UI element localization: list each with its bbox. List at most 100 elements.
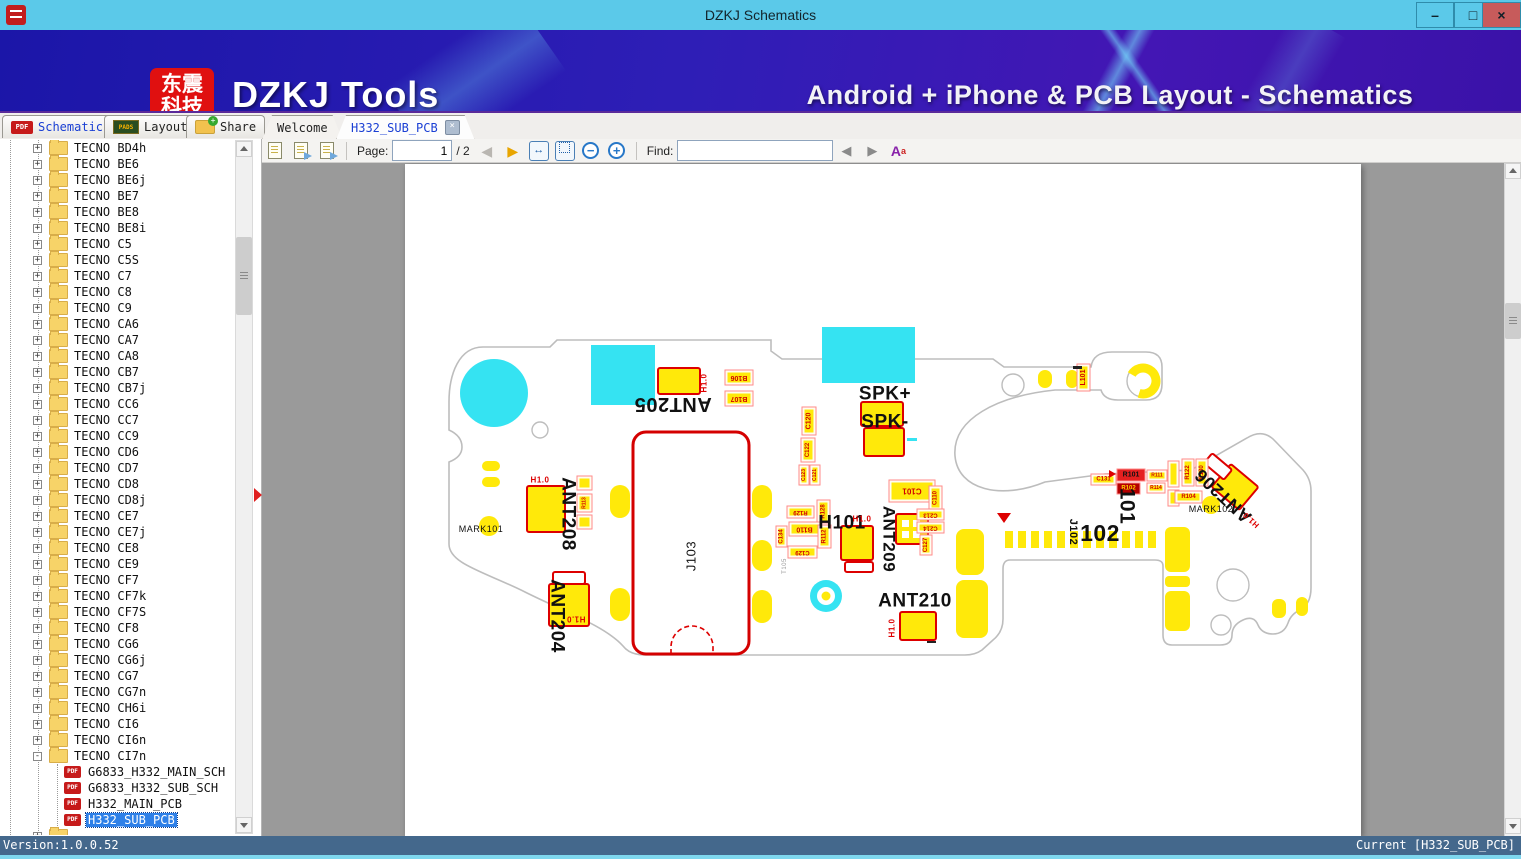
tree-folder-label[interactable]: TECNO BD4h xyxy=(72,141,148,155)
prev-page-button[interactable]: ◀ xyxy=(476,141,498,161)
zoom-out-button[interactable]: − xyxy=(582,142,600,159)
fit-width-button[interactable]: ↔ xyxy=(528,140,549,161)
tree-folder-label[interactable]: TECNO CE9 xyxy=(72,557,141,571)
scroll-up-button[interactable] xyxy=(236,141,252,157)
tree-file[interactable]: PDF H332_SUB_PCB xyxy=(0,812,235,828)
tree-folder-label[interactable]: TECNO C5S xyxy=(72,253,141,267)
tree-folder-label[interactable]: TECNO CA7 xyxy=(72,333,141,347)
tab-h332-sub-pcb[interactable]: H332_SUB_PCB × xyxy=(336,115,475,140)
expander-icon[interactable]: + xyxy=(33,719,42,729)
expander-icon[interactable]: + xyxy=(33,831,42,835)
expander-icon[interactable]: + xyxy=(33,559,42,569)
tree-folder-label[interactable]: TECNO CB7 xyxy=(72,365,141,379)
scrollbar-thumb[interactable] xyxy=(1505,303,1521,339)
tree-folder[interactable]: + TECNO BE6j xyxy=(0,171,235,188)
expander-icon[interactable]: + xyxy=(33,431,42,441)
tree-folder[interactable]: - TECNO CI7n xyxy=(0,747,235,764)
expander-icon[interactable]: + xyxy=(33,159,42,169)
expander-icon[interactable]: + xyxy=(33,591,42,601)
tab-close-icon[interactable]: × xyxy=(445,120,460,135)
find-next-button[interactable]: ▶ xyxy=(861,141,883,161)
scrollbar-thumb[interactable] xyxy=(236,237,252,315)
viewer-scrollbar[interactable] xyxy=(1504,163,1521,836)
tree-folder-label[interactable]: TECNO CE7j xyxy=(72,525,148,539)
tree-folder-label[interactable]: TECNO CG7 xyxy=(72,669,141,683)
expander-icon[interactable]: + xyxy=(33,351,42,361)
tree-folder[interactable]: + TECNO CI6n xyxy=(0,731,235,748)
expander-icon[interactable]: + xyxy=(33,687,42,697)
tree-folder-label[interactable]: TECNO CC6 xyxy=(72,397,141,411)
expander-icon[interactable]: + xyxy=(33,495,42,505)
tree-folder[interactable]: + TECNO CG6j xyxy=(0,651,235,668)
scroll-down-button[interactable] xyxy=(1505,818,1521,834)
tree-folder[interactable]: + TECNO CC9 xyxy=(0,427,235,444)
tree-folder[interactable]: + TECNO CD8 xyxy=(0,475,235,492)
tree-folder[interactable]: + TECNO CG6 xyxy=(0,635,235,652)
expander-icon[interactable]: + xyxy=(33,223,42,233)
tree-folder[interactable]: + TECNO CC7 xyxy=(0,411,235,428)
tree-file-label[interactable]: H332_MAIN_PCB xyxy=(86,797,184,811)
splitter-collapse-icon[interactable] xyxy=(254,488,262,502)
expander-icon[interactable]: + xyxy=(33,655,42,665)
expander-icon[interactable]: + xyxy=(33,319,42,329)
expander-icon[interactable]: + xyxy=(33,415,42,425)
expander-icon[interactable]: + xyxy=(33,575,42,585)
tree-folder-label[interactable]: TECNO CG6 xyxy=(72,637,141,651)
tree-folder-label[interactable]: TECNO BE8i xyxy=(72,221,148,235)
tree-folder[interactable]: + TECNO CG7 xyxy=(0,667,235,684)
tree-file[interactable]: PDF G6833_H332_SUB_SCH xyxy=(0,780,235,796)
expander-icon[interactable]: + xyxy=(33,383,42,393)
tree-folder[interactable]: + TECNO CE7 xyxy=(0,507,235,524)
minimize-button[interactable]: – xyxy=(1416,2,1454,28)
tree-folder-label[interactable]: TECNO CG7n xyxy=(72,685,148,699)
document-canvas[interactable]: B106 B107 C120 C122 C123 C121 C101 C110 C213 C214… xyxy=(262,163,1521,836)
tab-welcome[interactable]: Welcome xyxy=(262,115,343,140)
find-input[interactable] xyxy=(677,140,834,161)
expander-icon[interactable]: + xyxy=(33,271,42,281)
tree-folder[interactable]: + TECNO CG7n xyxy=(0,683,235,700)
tree-folder-label[interactable]: TECNO CH6i xyxy=(72,701,148,715)
expander-icon[interactable]: + xyxy=(33,639,42,649)
expander-icon[interactable]: - xyxy=(33,751,42,761)
tab-schematic[interactable]: PDF Schematic xyxy=(2,115,113,138)
zoom-in-button[interactable]: + xyxy=(608,142,626,159)
tree-folder-label[interactable]: TECNO CD8 xyxy=(72,477,141,491)
expander-icon[interactable]: + xyxy=(33,511,42,521)
tree-folder-label[interactable]: TECNO CF7 xyxy=(72,573,141,587)
tree-folder-label[interactable]: TECNO CG6j xyxy=(72,653,148,667)
next-page-button[interactable]: ▶ xyxy=(502,141,524,161)
expander-icon[interactable]: + xyxy=(33,479,42,489)
tree-folder[interactable]: + TECNO C9 xyxy=(0,299,235,316)
tree-folder[interactable]: + xyxy=(0,827,235,835)
tree-folder-label[interactable]: TECNO BE6j xyxy=(72,173,148,187)
next-view-button[interactable] xyxy=(316,141,338,161)
tree-file[interactable]: PDF H332_MAIN_PCB xyxy=(0,796,235,812)
tree-folder[interactable]: + TECNO CE8 xyxy=(0,539,235,556)
single-page-button[interactable] xyxy=(264,141,286,161)
tree-folder-label[interactable]: TECNO CD6 xyxy=(72,445,141,459)
tree-folder[interactable]: + TECNO BE8i xyxy=(0,219,235,236)
expander-icon[interactable]: + xyxy=(33,335,42,345)
scroll-up-button[interactable] xyxy=(1505,163,1521,179)
tree-folder[interactable]: + TECNO CB7 xyxy=(0,363,235,380)
expander-icon[interactable]: + xyxy=(33,287,42,297)
tree-folder-label[interactable]: TECNO CI6n xyxy=(72,733,148,747)
tree-file-label[interactable]: H332_SUB_PCB xyxy=(85,812,178,828)
expander-icon[interactable]: + xyxy=(33,175,42,185)
tree-folder-label[interactable]: TECNO CF7k xyxy=(72,589,148,603)
tree-folder-label[interactable]: TECNO CF8 xyxy=(72,621,141,635)
tree-file-label[interactable]: G6833_H332_SUB_SCH xyxy=(86,781,220,795)
pcb-page[interactable]: B106 B107 C120 C122 C123 C121 C101 C110 C213 C214… xyxy=(405,164,1361,836)
tree-folder[interactable]: + TECNO BD4h xyxy=(0,140,235,156)
tree-folder[interactable]: + TECNO CH6i xyxy=(0,699,235,716)
tree-folder-label[interactable]: TECNO CD7 xyxy=(72,461,141,475)
tree-folder-label[interactable]: TECNO C7 xyxy=(72,269,134,283)
tree-folder[interactable]: + TECNO C7 xyxy=(0,267,235,284)
tree-folder-label[interactable]: TECNO C8 xyxy=(72,285,134,299)
expander-icon[interactable]: + xyxy=(33,207,42,217)
expander-icon[interactable]: + xyxy=(33,735,42,745)
tree-folder-label[interactable]: TECNO CB7j xyxy=(72,381,148,395)
tree-folder[interactable]: + TECNO CF8 xyxy=(0,619,235,636)
tree-folder[interactable]: + TECNO C5 xyxy=(0,235,235,252)
expander-icon[interactable]: + xyxy=(33,447,42,457)
